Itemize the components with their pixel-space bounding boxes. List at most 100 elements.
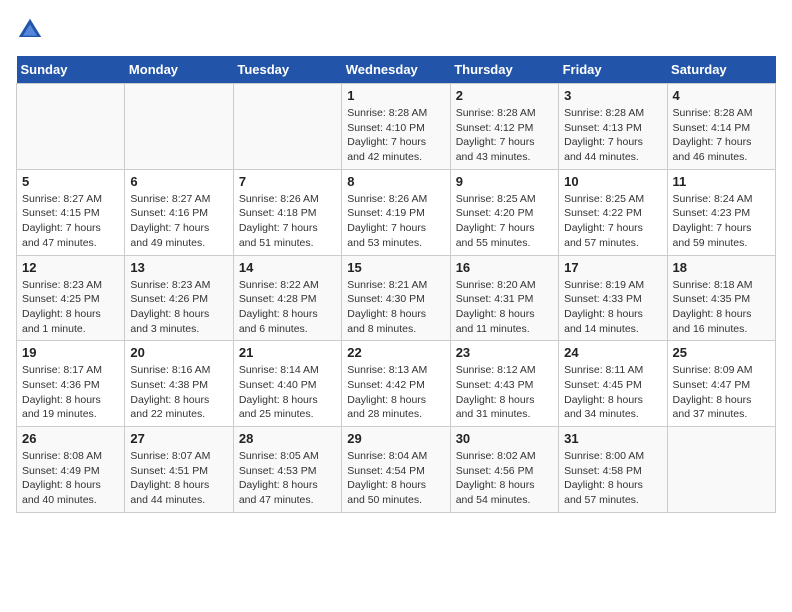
calendar-cell: 29 Sunrise: 8:04 AMSunset: 4:54 PMDayligh… [342,427,450,513]
header-day-wednesday: Wednesday [342,56,450,84]
cell-info: Sunrise: 8:28 AMSunset: 4:13 PMDaylight:… [564,106,661,165]
cell-info: Sunrise: 8:05 AMSunset: 4:53 PMDaylight:… [239,449,336,508]
cell-day-number: 9 [456,174,553,189]
cell-day-number: 24 [564,345,661,360]
cell-day-number: 14 [239,260,336,275]
cell-day-number: 31 [564,431,661,446]
calendar-cell: 4 Sunrise: 8:28 AMSunset: 4:14 PMDaylight… [667,84,775,170]
logo [16,16,48,44]
calendar-cell: 20 Sunrise: 8:16 AMSunset: 4:38 PMDayligh… [125,341,233,427]
cell-info: Sunrise: 8:28 AMSunset: 4:14 PMDaylight:… [673,106,770,165]
cell-day-number: 10 [564,174,661,189]
cell-info: Sunrise: 8:22 AMSunset: 4:28 PMDaylight:… [239,278,336,337]
cell-day-number: 20 [130,345,227,360]
cell-info: Sunrise: 8:07 AMSunset: 4:51 PMDaylight:… [130,449,227,508]
cell-day-number: 13 [130,260,227,275]
cell-info: Sunrise: 8:00 AMSunset: 4:58 PMDaylight:… [564,449,661,508]
calendar-cell: 6 Sunrise: 8:27 AMSunset: 4:16 PMDaylight… [125,169,233,255]
cell-day-number: 18 [673,260,770,275]
header-day-saturday: Saturday [667,56,775,84]
cell-info: Sunrise: 8:28 AMSunset: 4:10 PMDaylight:… [347,106,444,165]
cell-info: Sunrise: 8:27 AMSunset: 4:15 PMDaylight:… [22,192,119,251]
header [16,16,776,44]
calendar-cell: 28Sunrise: 8:05 AMSunset: 4:53 PMDayligh… [233,427,341,513]
calendar-cell: 17Sunrise: 8:19 AMSunset: 4:33 PMDayligh… [559,255,667,341]
calendar-week-2: 5 Sunrise: 8:27 AMSunset: 4:15 PMDaylight… [17,169,776,255]
calendar-cell: 26 Sunrise: 8:08 AMSunset: 4:49 PMDayligh… [17,427,125,513]
cell-info: Sunrise: 8:27 AMSunset: 4:16 PMDaylight:… [130,192,227,251]
calendar-cell: 3 Sunrise: 8:28 AMSunset: 4:13 PMDaylight… [559,84,667,170]
header-day-sunday: Sunday [17,56,125,84]
calendar-cell: 23Sunrise: 8:12 AMSunset: 4:43 PMDayligh… [450,341,558,427]
cell-day-number: 29 [347,431,444,446]
calendar-cell [233,84,341,170]
cell-day-number: 21 [239,345,336,360]
calendar-cell: 7Sunrise: 8:26 AMSunset: 4:18 PMDaylight… [233,169,341,255]
cell-day-number: 2 [456,88,553,103]
calendar-week-3: 12 Sunrise: 8:23 AMSunset: 4:25 PMDayligh… [17,255,776,341]
cell-day-number: 5 [22,174,119,189]
calendar-week-4: 19 Sunrise: 8:17 AMSunset: 4:36 PMDayligh… [17,341,776,427]
cell-info: Sunrise: 8:04 AMSunset: 4:54 PMDaylight:… [347,449,444,508]
calendar-cell: 8 Sunrise: 8:26 AMSunset: 4:19 PMDaylight… [342,169,450,255]
cell-info: Sunrise: 8:23 AMSunset: 4:25 PMDaylight:… [22,278,119,337]
cell-info: Sunrise: 8:16 AMSunset: 4:38 PMDaylight:… [130,363,227,422]
cell-info: Sunrise: 8:18 AMSunset: 4:35 PMDaylight:… [673,278,770,337]
cell-day-number: 8 [347,174,444,189]
calendar-cell: 21 Sunrise: 8:14 AMSunset: 4:40 PMDayligh… [233,341,341,427]
cell-info: Sunrise: 8:13 AMSunset: 4:42 PMDaylight:… [347,363,444,422]
calendar-cell: 18 Sunrise: 8:18 AMSunset: 4:35 PMDayligh… [667,255,775,341]
calendar-cell [667,427,775,513]
header-day-thursday: Thursday [450,56,558,84]
cell-day-number: 3 [564,88,661,103]
header-day-tuesday: Tuesday [233,56,341,84]
header-day-friday: Friday [559,56,667,84]
calendar-cell: 16Sunrise: 8:20 AMSunset: 4:31 PMDayligh… [450,255,558,341]
cell-day-number: 12 [22,260,119,275]
calendar-cell: 9Sunrise: 8:25 AMSunset: 4:20 PMDaylight… [450,169,558,255]
calendar-cell: 24 Sunrise: 8:11 AMSunset: 4:45 PMDayligh… [559,341,667,427]
calendar-cell: 1 Sunrise: 8:28 AMSunset: 4:10 PMDaylight… [342,84,450,170]
cell-info: Sunrise: 8:25 AMSunset: 4:22 PMDaylight:… [564,192,661,251]
calendar-week-1: 1 Sunrise: 8:28 AMSunset: 4:10 PMDaylight… [17,84,776,170]
cell-day-number: 23 [456,345,553,360]
calendar-cell: 10 Sunrise: 8:25 AMSunset: 4:22 PMDayligh… [559,169,667,255]
calendar-cell: 19 Sunrise: 8:17 AMSunset: 4:36 PMDayligh… [17,341,125,427]
cell-info: Sunrise: 8:14 AMSunset: 4:40 PMDaylight:… [239,363,336,422]
cell-day-number: 30 [456,431,553,446]
calendar-week-5: 26 Sunrise: 8:08 AMSunset: 4:49 PMDayligh… [17,427,776,513]
cell-day-number: 4 [673,88,770,103]
cell-day-number: 19 [22,345,119,360]
cell-day-number: 26 [22,431,119,446]
cell-day-number: 1 [347,88,444,103]
cell-day-number: 7 [239,174,336,189]
cell-info: Sunrise: 8:17 AMSunset: 4:36 PMDaylight:… [22,363,119,422]
cell-info: Sunrise: 8:28 AMSunset: 4:12 PMDaylight:… [456,106,553,165]
cell-info: Sunrise: 8:11 AMSunset: 4:45 PMDaylight:… [564,363,661,422]
calendar-cell [17,84,125,170]
calendar-cell: 25 Sunrise: 8:09 AMSunset: 4:47 PMDayligh… [667,341,775,427]
cell-info: Sunrise: 8:09 AMSunset: 4:47 PMDaylight:… [673,363,770,422]
cell-info: Sunrise: 8:21 AMSunset: 4:30 PMDaylight:… [347,278,444,337]
cell-day-number: 16 [456,260,553,275]
calendar-cell [125,84,233,170]
cell-info: Sunrise: 8:19 AMSunset: 4:33 PMDaylight:… [564,278,661,337]
calendar-cell: 27Sunrise: 8:07 AMSunset: 4:51 PMDayligh… [125,427,233,513]
cell-day-number: 6 [130,174,227,189]
calendar-header-row: SundayMondayTuesdayWednesdayThursdayFrid… [17,56,776,84]
cell-info: Sunrise: 8:24 AMSunset: 4:23 PMDaylight:… [673,192,770,251]
calendar-cell: 15 Sunrise: 8:21 AMSunset: 4:30 PMDayligh… [342,255,450,341]
cell-info: Sunrise: 8:23 AMSunset: 4:26 PMDaylight:… [130,278,227,337]
cell-day-number: 25 [673,345,770,360]
cell-info: Sunrise: 8:02 AMSunset: 4:56 PMDaylight:… [456,449,553,508]
cell-info: Sunrise: 8:26 AMSunset: 4:19 PMDaylight:… [347,192,444,251]
calendar-cell: 5 Sunrise: 8:27 AMSunset: 4:15 PMDaylight… [17,169,125,255]
calendar-cell: 12 Sunrise: 8:23 AMSunset: 4:25 PMDayligh… [17,255,125,341]
logo-icon [16,16,44,44]
calendar-cell: 13 Sunrise: 8:23 AMSunset: 4:26 PMDayligh… [125,255,233,341]
calendar-cell: 11Sunrise: 8:24 AMSunset: 4:23 PMDayligh… [667,169,775,255]
calendar-cell: 30 Sunrise: 8:02 AMSunset: 4:56 PMDayligh… [450,427,558,513]
cell-day-number: 15 [347,260,444,275]
cell-info: Sunrise: 8:08 AMSunset: 4:49 PMDaylight:… [22,449,119,508]
calendar-cell: 31 Sunrise: 8:00 AMSunset: 4:58 PMDayligh… [559,427,667,513]
